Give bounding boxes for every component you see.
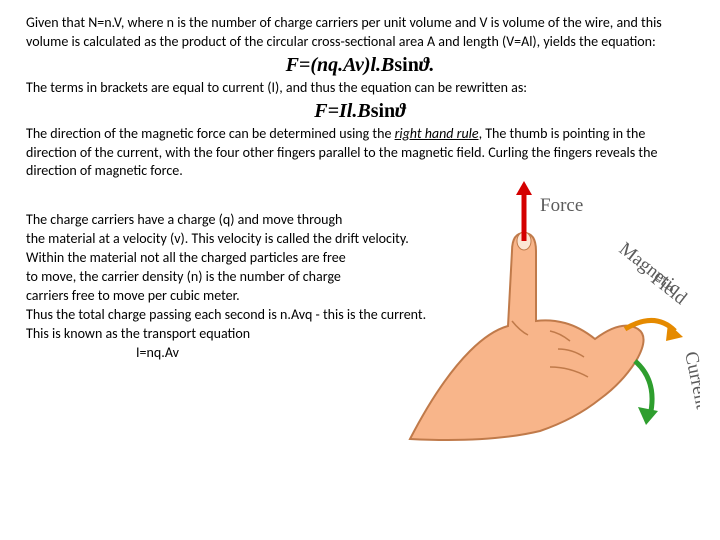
p4-line2: the material at a velocity (v). This vel…: [26, 230, 456, 249]
p4-line1: The charge carriers have a charge (q) an…: [26, 211, 456, 230]
current-label: Current: [680, 350, 700, 412]
paragraph-1: Given that N=n.V, where n is the number …: [26, 14, 694, 52]
force-arrow-icon: [516, 181, 532, 241]
p4-line5: carriers free to move per cubic meter.: [26, 287, 456, 306]
p4-line7: This is known as the transport equation: [26, 325, 456, 344]
force-label: Force: [540, 195, 583, 216]
p4-line6: Thus the total charge passing each secon…: [26, 306, 456, 325]
right-hand-rule: right hand rule: [395, 125, 479, 142]
hand-svg: Force Magnetic Field Current: [400, 181, 700, 441]
paragraph-4: The charge carriers have a charge (q) an…: [26, 211, 456, 362]
equation-1: F=(nq.Av)l.Bsinϑ.: [26, 54, 694, 77]
eq1-sin: sin: [394, 54, 418, 76]
paragraph-2: The terms in brackets are equal to curre…: [26, 79, 694, 98]
p4-line4: to move, the carrier density (n) is the …: [26, 268, 456, 287]
hand-shape-icon: [410, 232, 644, 440]
p4-line3: Within the material not all the charged …: [26, 249, 456, 268]
eq2-lhs: F=Il.B: [314, 100, 370, 122]
eq2-sin: sin: [371, 100, 395, 122]
p3-before: The direction of the magnetic force can …: [26, 125, 395, 142]
right-hand-rule-diagram: Force Magnetic Field Current: [400, 181, 700, 441]
equation-2: F=Il.Bsinϑ: [26, 100, 694, 123]
eq1-theta: ϑ.: [419, 54, 435, 76]
current-arrow-icon: [635, 361, 658, 425]
equation-3: I=nq.Av: [26, 344, 456, 363]
paragraph-3: The direction of the magnetic force can …: [26, 125, 694, 182]
eq2-theta: ϑ: [395, 100, 406, 122]
eq1-lhs: F=(nq.Av)l.B: [286, 54, 395, 76]
